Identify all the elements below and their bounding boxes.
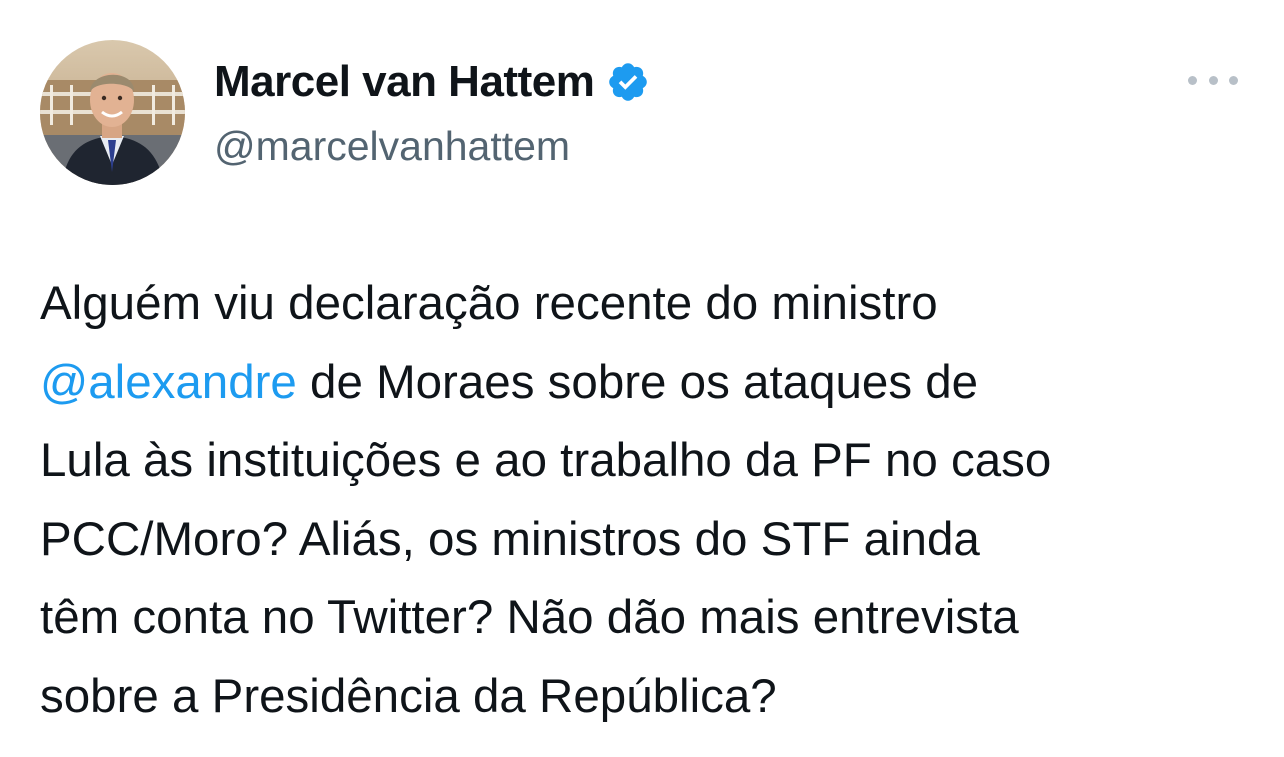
- tweet-text: Alguém viu declaração recente do ministr…: [40, 265, 1250, 736]
- tweet-line: sobre a Presidência da República?: [40, 658, 1250, 737]
- tweet-line: têm conta no Twitter? Não dão mais entre…: [40, 579, 1250, 658]
- mention-link[interactable]: @alexandre: [40, 356, 297, 409]
- tweet-line: PCC/Moro? Aliás, os ministros do STF ain…: [40, 501, 1250, 580]
- tweet-header: Marcel van Hattem @marcelvanhattem: [40, 40, 1244, 185]
- tweet-line-text: Lula às instituições e ao trabalho da PF…: [40, 434, 1052, 487]
- tweet-line: @alexandre de Moraes sobre os ataques de: [40, 344, 1250, 423]
- avatar-photo: [40, 40, 185, 185]
- more-options-icon[interactable]: [1188, 70, 1238, 90]
- name-row: Marcel van Hattem: [214, 54, 650, 110]
- avatar[interactable]: [40, 40, 185, 185]
- tweet-line-text: Alguém viu declaração recente do ministr…: [40, 277, 938, 330]
- tweet-line-text: têm conta no Twitter? Não dão mais entre…: [40, 591, 1019, 644]
- tweet-line: Lula às instituições e ao trabalho da PF…: [40, 422, 1250, 501]
- tweet-line-text: PCC/Moro? Aliás, os ministros do STF ain…: [40, 512, 980, 566]
- tweet-line-text: de Moraes sobre os ataques de: [296, 355, 979, 409]
- dot: [1188, 75, 1197, 85]
- tweet-line-text: sobre a Presidência da República?: [40, 669, 777, 723]
- dot: [1229, 75, 1238, 85]
- verified-badge-icon: [606, 60, 650, 104]
- author-handle[interactable]: @marcelvanhattem: [214, 118, 650, 174]
- tweet-line: Alguém viu declaração recente do ministr…: [40, 265, 1250, 344]
- author-display-name[interactable]: Marcel van Hattem: [214, 54, 595, 110]
- author-info: Marcel van Hattem @marcelvanhattem: [214, 54, 650, 174]
- dot: [1208, 75, 1218, 85]
